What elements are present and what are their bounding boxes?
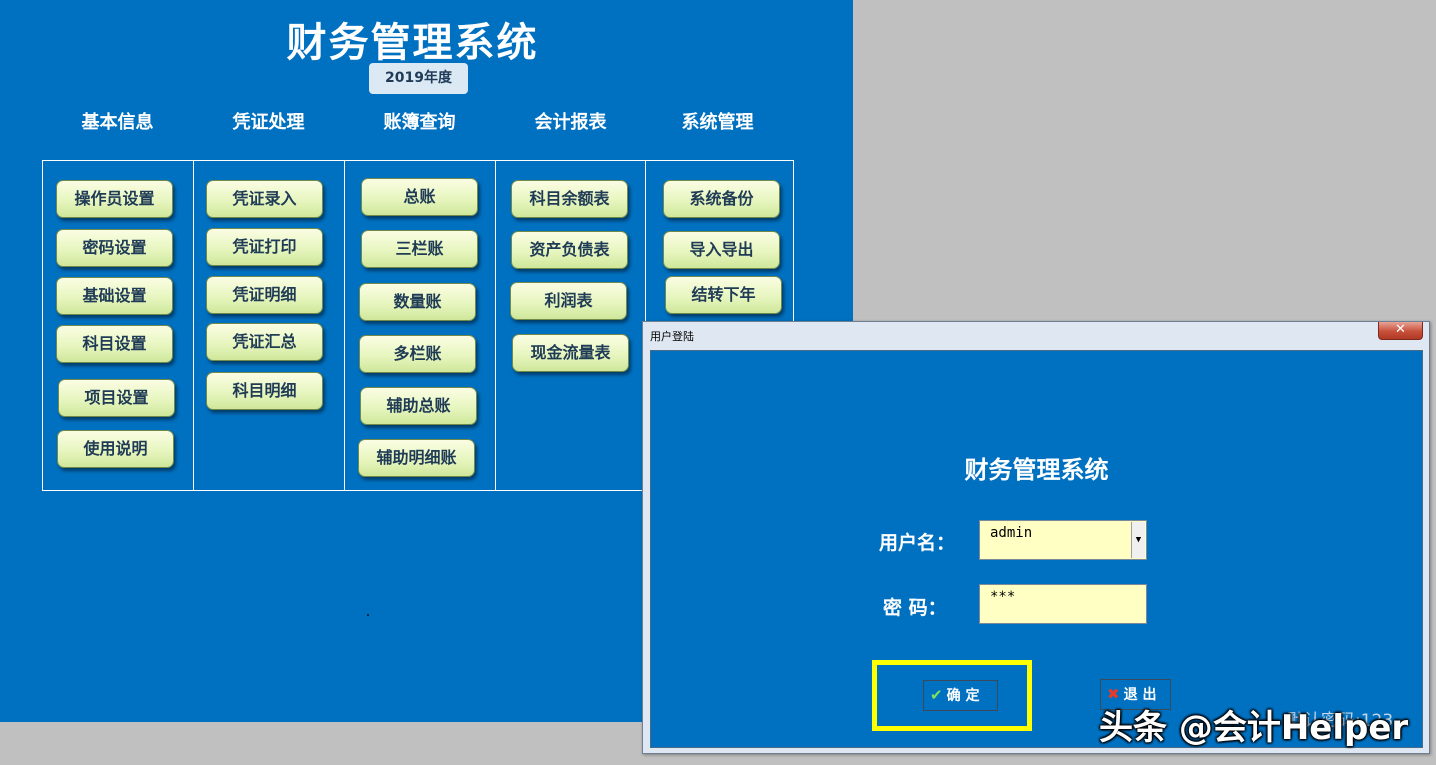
multi-column-ledger-button[interactable]: 多栏账 [359,335,476,373]
column-divider [344,161,345,490]
dialog-body: 财务管理系统 用户名： admin ▼ 密 码： *** ✔ 确 定 ✖ 退 出 默… [650,350,1423,748]
watermark: 头条 @会计Helper [1099,708,1409,748]
system-backup-button[interactable]: 系统备份 [663,180,780,218]
check-icon: ✔ [930,686,943,704]
voucher-print-button[interactable]: 凭证打印 [206,228,323,266]
import-export-button[interactable]: 导入导出 [663,231,780,269]
cash-flow-statement-button[interactable]: 现金流量表 [512,334,629,372]
three-column-ledger-button[interactable]: 三栏账 [361,230,478,268]
account-settings-button[interactable]: 科目设置 [56,325,173,363]
close-icon[interactable]: ✕ [1378,322,1423,340]
username-value: admin [990,525,1033,541]
password-settings-button[interactable]: 密码设置 [56,229,173,267]
project-settings-button[interactable]: 项目设置 [58,379,175,417]
auxiliary-detail-ledger-button[interactable]: 辅助明细账 [358,439,475,477]
basic-settings-button[interactable]: 基础设置 [56,277,173,315]
user-guide-button[interactable]: 使用说明 [57,430,174,468]
general-ledger-button[interactable]: 总账 [361,178,478,216]
dialog-title: 用户登陆 [650,330,694,343]
year-badge[interactable]: 2019年度 [369,63,468,94]
account-detail-button[interactable]: 科目明细 [206,372,323,410]
column-divider [193,161,194,490]
income-statement-button[interactable]: 利润表 [510,282,627,320]
column-header-basic-info: 基本信息 [81,112,154,133]
voucher-entry-button[interactable]: 凭证录入 [206,180,323,218]
column-divider [495,161,496,490]
ok-button[interactable]: ✔ 确 定 [923,680,998,711]
auxiliary-ledger-button[interactable]: 辅助总账 [360,387,477,425]
username-label: 用户名： [879,532,956,554]
operator-settings-button[interactable]: 操作员设置 [56,180,173,218]
column-header-system: 系统管理 [681,112,754,133]
password-field[interactable]: *** [979,584,1147,624]
username-select[interactable]: admin ▼ [979,520,1147,560]
stray-dot [367,614,369,616]
balance-sheet-button[interactable]: 资产负债表 [511,231,628,269]
year-end-carryover-button[interactable]: 结转下年 [665,276,782,314]
voucher-detail-button[interactable]: 凭证明细 [206,276,323,314]
column-header-reports: 会计报表 [534,112,607,133]
ok-label: 确 定 [946,688,980,704]
chevron-down-icon[interactable]: ▼ [1131,522,1145,558]
voucher-summary-button[interactable]: 凭证汇总 [206,323,323,361]
column-header-ledger: 账簿查询 [383,112,456,133]
password-label: 密 码： [883,597,947,619]
password-value: *** [990,589,1016,605]
login-heading: 财务管理系统 [964,456,1109,484]
column-header-voucher: 凭证处理 [232,112,305,133]
app-title: 财务管理系统 [286,20,539,66]
login-dialog: 用户登陆 ✕ 财务管理系统 用户名： admin ▼ 密 码： *** ✔ 确 定… [642,321,1430,754]
account-balance-report-button[interactable]: 科目余额表 [511,180,628,218]
quantity-ledger-button[interactable]: 数量账 [359,283,476,321]
